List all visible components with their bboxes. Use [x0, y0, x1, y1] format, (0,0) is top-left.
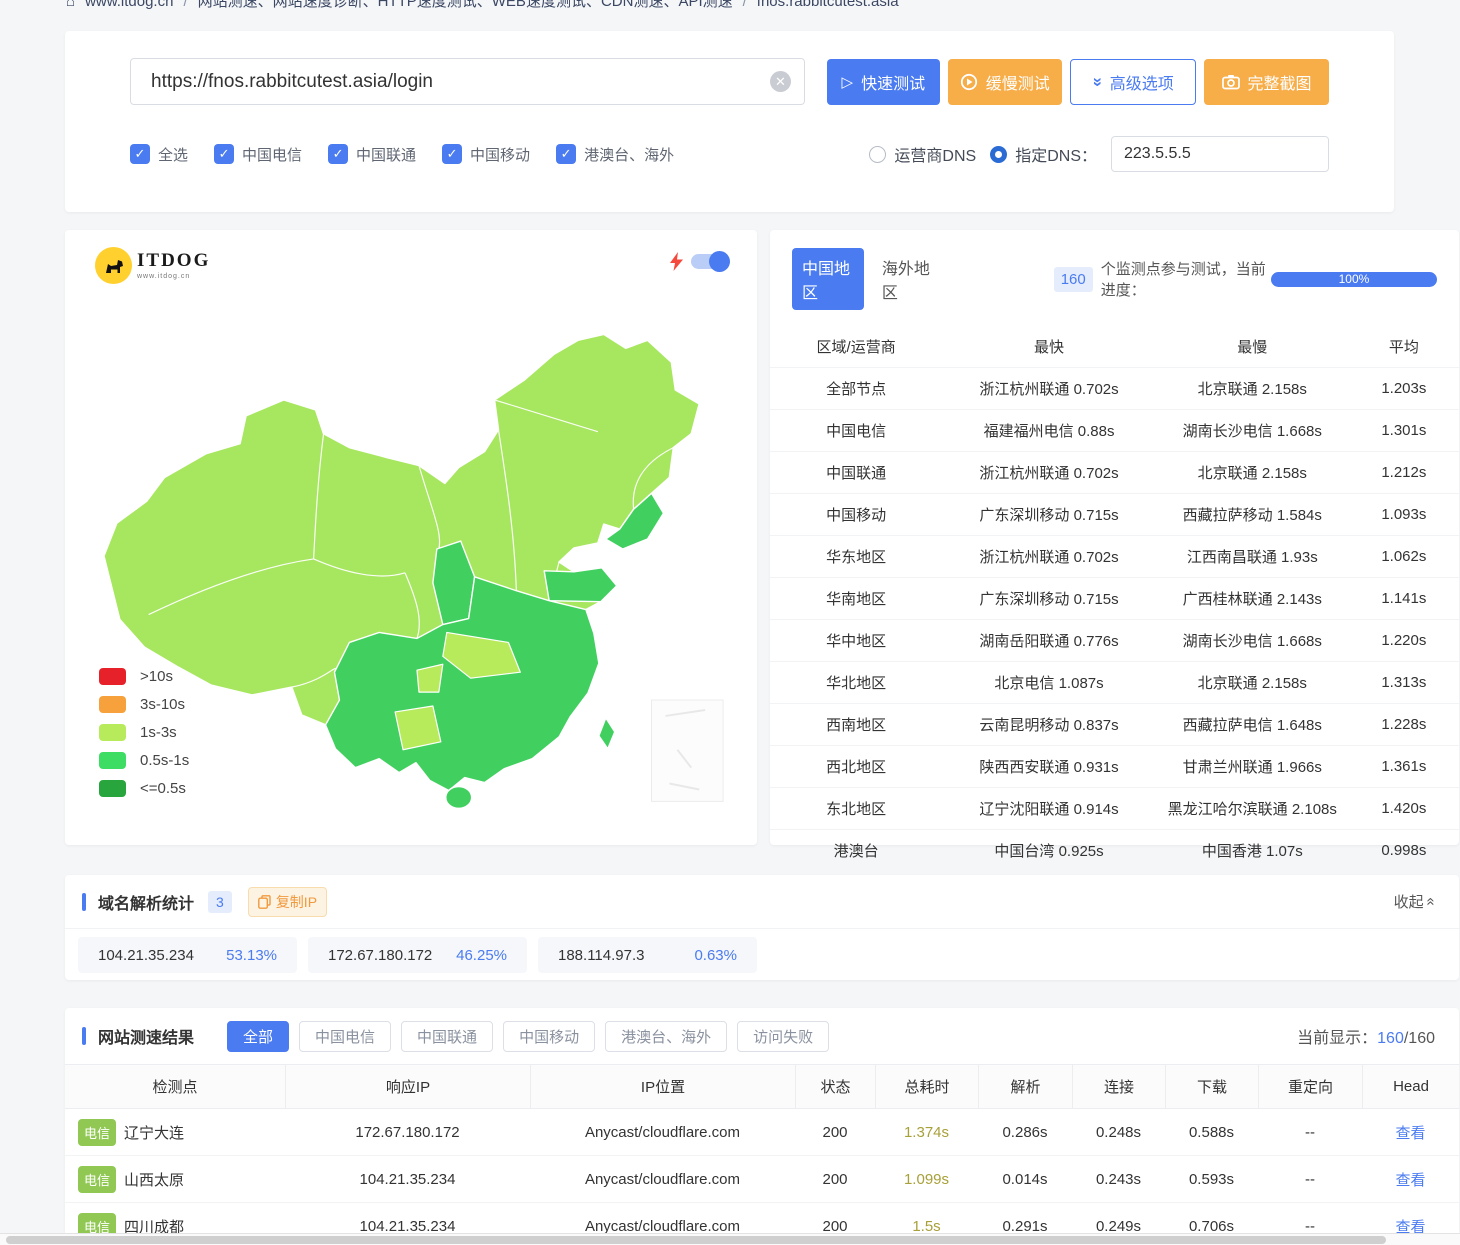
table-row: 中国移动广东深圳移动 0.715s西藏拉萨移动 1.584s1.093s — [770, 493, 1459, 535]
results-table-header: 检测点 响应IP IP位置 状态 总耗时 解析 连接 下载 重定向 Head — [65, 1065, 1459, 1109]
advanced-options-button[interactable]: « 高级选项 — [1070, 59, 1196, 105]
breadcrumb-current: fnos.rabbitcutest.asia — [757, 0, 899, 15]
checkbox-checked-icon: ✓ — [214, 144, 234, 164]
camera-icon — [1222, 74, 1240, 90]
breadcrumb: ⌂ www.itdog.cn / 网站测速、网站速度诊断、HTTP速度测试、WE… — [0, 0, 1460, 15]
checkbox-checked-icon: ✓ — [442, 144, 462, 164]
custom-dns-input[interactable] — [1111, 136, 1329, 172]
results-table: 检测点 响应IP IP位置 状态 总耗时 解析 连接 下载 重定向 Head 电… — [65, 1064, 1459, 1245]
display-count: 当前显示：160/160 — [1297, 1024, 1435, 1048]
region-table-header: 区域/运营商 最快 最慢 平均 — [770, 326, 1459, 367]
url-input[interactable] — [130, 58, 805, 105]
checkbox-select-all[interactable]: ✓ 全选 — [130, 144, 188, 165]
map-speed-toggle[interactable] — [691, 254, 729, 269]
scrollbar-thumb[interactable] — [6, 1236, 1386, 1244]
table-row: 华中地区湖南岳阳联通 0.776s湖南长沙电信 1.668s1.220s — [770, 619, 1459, 661]
chevron-down-icon: « — [1087, 77, 1107, 86]
dns-count-badge: 3 — [208, 891, 232, 913]
clear-url-icon[interactable]: ✕ — [770, 71, 791, 92]
copy-icon — [258, 895, 271, 909]
ip-stat-item[interactable]: 172.67.180.172 46.25% — [308, 937, 527, 973]
test-form-card: ✕ ▷ 快速测试 缓慢测试 « 高级选项 完整截图 ✓ — [65, 31, 1394, 212]
copy-ip-button[interactable]: 复制IP — [248, 887, 327, 917]
results-title: 网站测速结果 — [98, 1024, 194, 1048]
table-row: 西北地区陕西西安联通 0.931s甘肃兰州联通 1.966s1.361s — [770, 745, 1459, 787]
head-view-link[interactable]: 查看 — [1362, 1169, 1459, 1190]
breadcrumb-separator: / — [743, 0, 747, 15]
table-row: 华东地区浙江杭州联通 0.702s江西南昌联通 1.93s1.062s — [770, 535, 1459, 577]
head-view-link[interactable]: 查看 — [1362, 1122, 1459, 1143]
checkbox-china-unicom[interactable]: ✓ 中国联通 — [328, 144, 416, 165]
checkbox-checked-icon: ✓ — [130, 144, 150, 164]
filter-china-unicom[interactable]: 中国联通 — [401, 1021, 493, 1052]
table-row: 华南地区广东深圳移动 0.715s广西桂林联通 2.143s1.141s — [770, 577, 1459, 619]
legend-swatch — [99, 780, 126, 797]
region-table: 区域/运营商 最快 最慢 平均 全部节点浙江杭州联通 0.702s北京联通 2.… — [770, 326, 1459, 871]
section-accent-bar — [82, 893, 86, 911]
horizontal-scrollbar[interactable] — [0, 1233, 1460, 1245]
region-summary-card: 中国地区 海外地区 160 个监测点参与测试，当前进度： 100% 区域/运营商… — [770, 230, 1459, 845]
legend-item: 1s-3s — [99, 724, 189, 741]
collapse-button[interactable]: 收起 « — [1394, 891, 1435, 912]
progress-bar: 100% — [1271, 272, 1437, 287]
table-row: 电信 山西太原 104.21.35.234 Anycast/cloudflare… — [65, 1156, 1459, 1203]
checkbox-china-telecom[interactable]: ✓ 中国电信 — [214, 144, 302, 165]
table-row: 中国联通浙江杭州联通 0.702s北京联通 2.158s1.212s — [770, 451, 1459, 493]
toggle-knob — [709, 251, 730, 272]
filter-failed[interactable]: 访问失败 — [737, 1021, 829, 1052]
legend-swatch — [99, 696, 126, 713]
radio-carrier-dns[interactable] — [869, 146, 886, 163]
filter-all[interactable]: 全部 — [227, 1021, 289, 1052]
dns-stats-title: 域名解析统计 — [98, 890, 194, 914]
lightning-icon — [670, 252, 683, 271]
itdog-logo: ITDOG www.itdog.cn — [95, 247, 210, 284]
home-icon: ⌂ — [66, 0, 75, 15]
map-legend: >10s 3s-10s 1s-3s 0.5s-1s <=0.5s — [99, 657, 189, 797]
legend-swatch — [99, 668, 126, 685]
breadcrumb-separator: / — [183, 0, 187, 15]
screenshot-button[interactable]: 完整截图 — [1204, 59, 1329, 105]
chevron-up-icon: « — [1422, 897, 1439, 905]
clock-play-icon — [960, 73, 978, 91]
breadcrumb-site[interactable]: www.itdog.cn — [85, 0, 173, 15]
monitor-count-badge: 160 — [1054, 267, 1093, 292]
checkbox-checked-icon: ✓ — [556, 144, 576, 164]
tab-china-region[interactable]: 中国地区 — [792, 248, 864, 310]
filter-hk-overseas[interactable]: 港澳台、海外 — [605, 1021, 727, 1052]
table-row: 电信 辽宁大连 172.67.180.172 Anycast/cloudflar… — [65, 1109, 1459, 1156]
table-row: 西南地区云南昆明移动 0.837s西藏拉萨电信 1.648s1.228s — [770, 703, 1459, 745]
legend-swatch — [99, 752, 126, 769]
legend-swatch — [99, 724, 126, 741]
carrier-badge: 电信 — [78, 1119, 116, 1146]
filter-china-mobile[interactable]: 中国移动 — [503, 1021, 595, 1052]
fast-test-button[interactable]: ▷ 快速测试 — [827, 59, 940, 105]
tab-overseas-region[interactable]: 海外地区 — [882, 255, 934, 303]
checkbox-hk-overseas[interactable]: ✓ 港澳台、海外 — [556, 144, 674, 165]
legend-item: >10s — [99, 668, 189, 685]
breadcrumb-services[interactable]: 网站测速、网站速度诊断、HTTP速度测试、WEB速度测试、CDN测速、API测速 — [198, 0, 733, 15]
slow-test-button[interactable]: 缓慢测试 — [948, 59, 1062, 105]
legend-item: 0.5s-1s — [99, 752, 189, 769]
table-row: 全部节点浙江杭州联通 0.702s北京联通 2.158s1.203s — [770, 367, 1459, 409]
table-row: 中国电信福建福州电信 0.88s湖南长沙电信 1.668s1.301s — [770, 409, 1459, 451]
dog-logo-icon — [95, 247, 132, 284]
legend-item: <=0.5s — [99, 780, 189, 797]
table-row: 东北地区辽宁沈阳联通 0.914s黑龙江哈尔滨联通 2.108s1.420s — [770, 787, 1459, 829]
table-row: 港澳台中国台湾 0.925s中国香港 1.07s0.998s — [770, 829, 1459, 871]
play-icon: ▷ — [842, 73, 854, 91]
monitor-text: 个监测点参与测试，当前进度： — [1101, 258, 1271, 300]
ip-stat-item[interactable]: 188.114.97.3 0.63% — [538, 937, 757, 973]
radio-custom-dns[interactable] — [990, 146, 1007, 163]
table-row: 华北地区北京电信 1.087s北京联通 2.158s1.313s — [770, 661, 1459, 703]
legend-item: 3s-10s — [99, 696, 189, 713]
checkbox-china-mobile[interactable]: ✓ 中国移动 — [442, 144, 530, 165]
map-card: ITDOG www.itdog.cn — [65, 230, 757, 845]
section-accent-bar — [82, 1027, 86, 1045]
filter-china-telecom[interactable]: 中国电信 — [299, 1021, 391, 1052]
ip-stat-item[interactable]: 104.21.35.234 53.13% — [78, 937, 297, 973]
results-card: 网站测速结果 全部 中国电信 中国联通 中国移动 港澳台、海外 访问失败 当前显… — [65, 1008, 1459, 1245]
dns-stats-card: 域名解析统计 3 复制IP 收起 « 104.21.35.234 53.13% … — [65, 875, 1459, 980]
carrier-badge: 电信 — [78, 1166, 116, 1193]
checkbox-checked-icon: ✓ — [328, 144, 348, 164]
